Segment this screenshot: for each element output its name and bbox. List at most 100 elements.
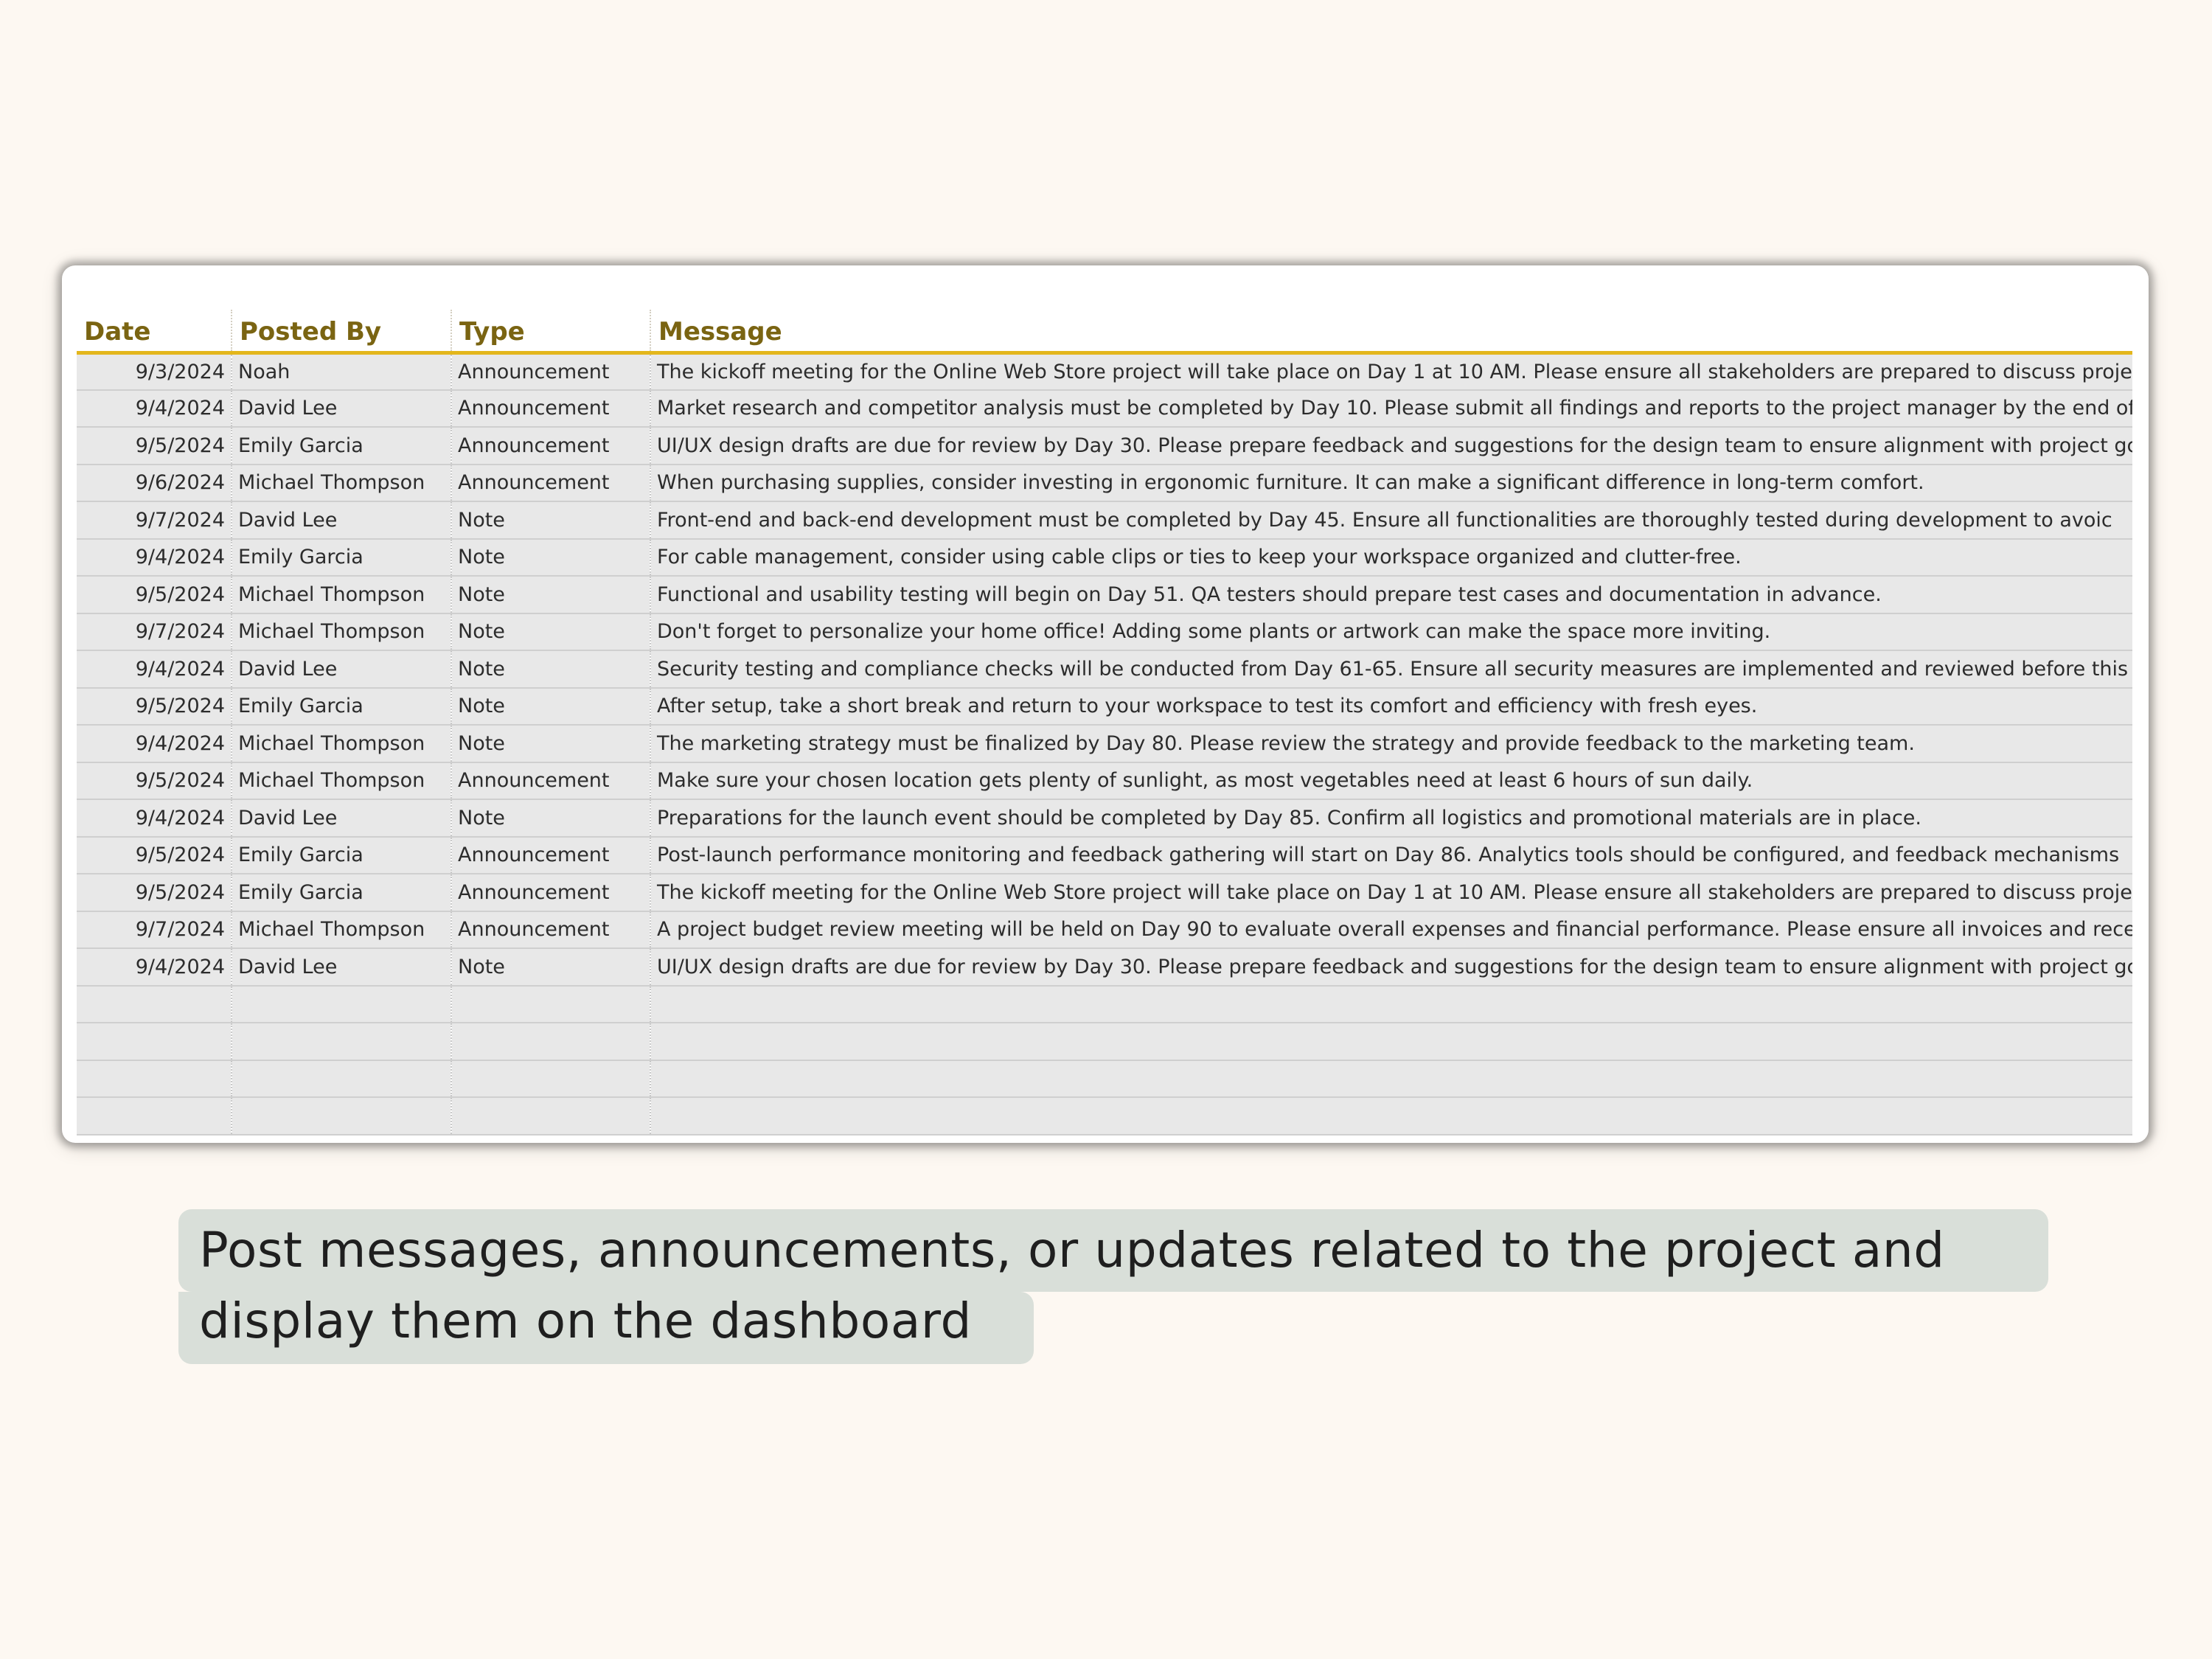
cell-date[interactable]: 9/5/2024 bbox=[77, 427, 232, 465]
cell-posted-by[interactable]: Noah bbox=[231, 352, 451, 391]
cell-type[interactable]: Note bbox=[451, 501, 650, 540]
cell-posted-by[interactable]: Michael Thompson bbox=[231, 464, 451, 502]
cell-message[interactable]: Post-launch performance monitoring and f… bbox=[650, 836, 2132, 874]
cell-posted-by[interactable]: Michael Thompson bbox=[231, 725, 451, 763]
cell-type[interactable]: Announcement bbox=[451, 427, 650, 465]
cell-message[interactable]: The kickoff meeting for the Online Web S… bbox=[650, 874, 2132, 912]
cell-type[interactable]: Note bbox=[451, 725, 650, 763]
cell-date[interactable]: 9/5/2024 bbox=[77, 687, 232, 726]
column-header-date[interactable]: Date bbox=[77, 310, 232, 355]
cell-date[interactable]: 9/5/2024 bbox=[77, 874, 232, 912]
cell-type[interactable] bbox=[451, 1023, 650, 1061]
table-row: 9/4/2024 David Lee Note Security testing an… bbox=[77, 650, 2132, 689]
cell-type[interactable] bbox=[451, 1097, 650, 1135]
cell-date[interactable]: 9/7/2024 bbox=[77, 613, 232, 651]
cell-posted-by[interactable]: Emily Garcia bbox=[231, 836, 451, 874]
table-row: 9/5/2024 Michael Thompson Note Functional a… bbox=[77, 576, 2132, 614]
cell-posted-by[interactable]: Emily Garcia bbox=[231, 874, 451, 912]
cell-message[interactable]: Don't forget to personalize your home of… bbox=[650, 613, 2132, 651]
cell-posted-by[interactable]: David Lee bbox=[231, 650, 451, 689]
cell-type[interactable]: Note bbox=[451, 650, 650, 689]
column-header-posted-by[interactable]: Posted By bbox=[231, 310, 451, 355]
cell-date[interactable]: 9/4/2024 bbox=[77, 725, 232, 763]
table-row: 9/4/2024 David Lee Note Preparations for th… bbox=[77, 799, 2132, 838]
cell-date[interactable]: 9/4/2024 bbox=[77, 389, 232, 428]
cell-posted-by[interactable]: Michael Thompson bbox=[231, 613, 451, 651]
table-row: 9/4/2024 Michael Thompson Note The marketin… bbox=[77, 725, 2132, 763]
column-header-type[interactable]: Type bbox=[451, 310, 650, 355]
cell-message[interactable] bbox=[650, 1023, 2132, 1061]
cell-date[interactable]: 9/3/2024 bbox=[77, 352, 232, 391]
cell-date[interactable] bbox=[77, 985, 232, 1023]
cell-message[interactable]: The marketing strategy must be finalized… bbox=[650, 725, 2132, 763]
cell-type[interactable]: Note bbox=[451, 576, 650, 614]
cell-date[interactable]: 9/5/2024 bbox=[77, 576, 232, 614]
cell-date[interactable]: 9/6/2024 bbox=[77, 464, 232, 502]
cell-message[interactable] bbox=[650, 1097, 2132, 1135]
cell-type[interactable]: Announcement bbox=[451, 836, 650, 874]
cell-date[interactable]: 9/5/2024 bbox=[77, 762, 232, 800]
table-row: 9/7/2024 Michael Thompson Note Don't forget… bbox=[77, 613, 2132, 651]
cell-type[interactable]: Note bbox=[451, 613, 650, 651]
cell-posted-by[interactable]: David Lee bbox=[231, 799, 451, 838]
cell-type[interactable] bbox=[451, 1060, 650, 1098]
table-row: 9/4/2024 David Lee Announcement Market rese… bbox=[77, 389, 2132, 428]
cell-date[interactable]: 9/7/2024 bbox=[77, 501, 232, 540]
cell-message[interactable]: Make sure your chosen location gets plen… bbox=[650, 762, 2132, 800]
cell-type[interactable]: Note bbox=[451, 538, 650, 577]
cell-message[interactable]: After setup, take a short break and retu… bbox=[650, 687, 2132, 726]
cell-type[interactable]: Announcement bbox=[451, 911, 650, 949]
table-row: 9/5/2024 Emily Garcia Note After setup, tak… bbox=[77, 687, 2132, 726]
cell-type[interactable]: Announcement bbox=[451, 762, 650, 800]
caption-line-2: display them on the dashboard bbox=[178, 1292, 1034, 1364]
cell-type[interactable]: Note bbox=[451, 948, 650, 987]
cell-posted-by[interactable]: David Lee bbox=[231, 501, 451, 540]
cell-posted-by[interactable]: Emily Garcia bbox=[231, 538, 451, 577]
cell-posted-by[interactable] bbox=[231, 1097, 451, 1135]
cell-message[interactable]: The kickoff meeting for the Online Web S… bbox=[650, 352, 2132, 391]
cell-date[interactable]: 9/4/2024 bbox=[77, 799, 232, 838]
cell-posted-by[interactable]: Michael Thompson bbox=[231, 911, 451, 949]
cell-date[interactable]: 9/4/2024 bbox=[77, 650, 232, 689]
cell-message[interactable] bbox=[650, 1060, 2132, 1098]
column-header-message[interactable]: Message bbox=[650, 310, 2132, 355]
cell-posted-by[interactable]: Emily Garcia bbox=[231, 687, 451, 726]
cell-type[interactable]: Announcement bbox=[451, 464, 650, 502]
cell-message[interactable]: Security testing and compliance checks w… bbox=[650, 650, 2132, 689]
table-row: 9/5/2024 Emily Garcia Announcement Post-lau… bbox=[77, 836, 2132, 874]
cell-date[interactable] bbox=[77, 1023, 232, 1061]
cell-date[interactable] bbox=[77, 1060, 232, 1098]
cell-date[interactable]: 9/4/2024 bbox=[77, 538, 232, 577]
cell-date[interactable]: 9/4/2024 bbox=[77, 948, 232, 987]
cell-posted-by[interactable]: Michael Thompson bbox=[231, 576, 451, 614]
cell-type[interactable]: Announcement bbox=[451, 389, 650, 428]
cell-message[interactable]: When purchasing supplies, consider inves… bbox=[650, 464, 2132, 502]
cell-posted-by[interactable] bbox=[231, 985, 451, 1023]
cell-date[interactable]: 9/7/2024 bbox=[77, 911, 232, 949]
cell-posted-by[interactable] bbox=[231, 1023, 451, 1061]
cell-posted-by[interactable]: David Lee bbox=[231, 948, 451, 987]
cell-message[interactable]: For cable management, consider using cab… bbox=[650, 538, 2132, 577]
cell-posted-by[interactable]: Emily Garcia bbox=[231, 427, 451, 465]
table-row bbox=[77, 1097, 2132, 1135]
cell-type[interactable]: Announcement bbox=[451, 874, 650, 912]
cell-message[interactable]: Preparations for the launch event should… bbox=[650, 799, 2132, 838]
cell-posted-by[interactable]: David Lee bbox=[231, 389, 451, 428]
cell-message[interactable]: UI/UX design drafts are due for review b… bbox=[650, 427, 2132, 465]
cell-date[interactable] bbox=[77, 1097, 232, 1135]
cell-posted-by[interactable] bbox=[231, 1060, 451, 1098]
cell-message[interactable]: Functional and usability testing will be… bbox=[650, 576, 2132, 614]
cell-type[interactable]: Announcement bbox=[451, 352, 650, 391]
cell-message[interactable]: Front-end and back-end development must … bbox=[650, 501, 2132, 540]
cell-message[interactable]: Market research and competitor analysis … bbox=[650, 389, 2132, 428]
cell-message[interactable]: A project budget review meeting will be … bbox=[650, 911, 2132, 949]
cell-type[interactable]: Note bbox=[451, 799, 650, 838]
cell-type[interactable]: Note bbox=[451, 687, 650, 726]
cell-message[interactable]: UI/UX design drafts are due for review b… bbox=[650, 948, 2132, 987]
cell-type[interactable] bbox=[451, 985, 650, 1023]
cell-posted-by[interactable]: Michael Thompson bbox=[231, 762, 451, 800]
table-row: 9/4/2024 Emily Garcia Note For cable manage… bbox=[77, 538, 2132, 577]
cell-date[interactable]: 9/5/2024 bbox=[77, 836, 232, 874]
cell-message[interactable] bbox=[650, 985, 2132, 1023]
table-row: 9/3/2024 Noah Announcement The kickoff meet… bbox=[77, 352, 2132, 391]
